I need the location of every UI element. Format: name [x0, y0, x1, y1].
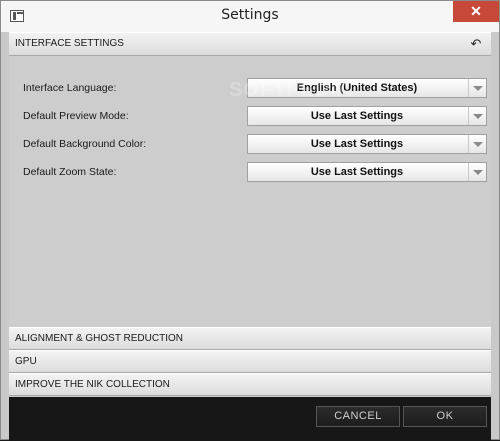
- select-value: Use Last Settings: [310, 166, 404, 178]
- section-gpu[interactable]: GPU: [9, 350, 491, 373]
- default-preview-mode-select[interactable]: Use Last Settings: [247, 106, 487, 126]
- interface-settings-panel: Interface Language: English (United Stat…: [9, 56, 491, 327]
- dropdown-arrow-zone[interactable]: [468, 107, 486, 125]
- select-value: Use Last Settings: [310, 138, 404, 150]
- section-label: ALIGNMENT & GHOST REDUCTION: [15, 333, 183, 344]
- section-alignment-ghost-reduction[interactable]: ALIGNMENT & GHOST REDUCTION: [9, 327, 491, 350]
- window-title: Settings: [221, 7, 279, 23]
- cancel-button[interactable]: CANCEL: [316, 406, 400, 427]
- section-label: GPU: [15, 356, 37, 367]
- select-value: Use Last Settings: [310, 110, 404, 122]
- default-background-color-select[interactable]: Use Last Settings: [247, 134, 487, 154]
- watermark: SOFTPEDIA: [229, 79, 353, 101]
- dropdown-arrow-zone[interactable]: [468, 135, 486, 153]
- chevron-down-icon: [473, 86, 483, 91]
- title-bar[interactable]: Settings ✕: [1, 1, 499, 32]
- section-interface-settings[interactable]: INTERFACE SETTINGS ↶: [9, 32, 491, 56]
- section-improve-nik-collection[interactable]: IMPROVE THE NIK COLLECTION: [9, 373, 491, 396]
- ok-button[interactable]: OK: [403, 406, 487, 427]
- settings-window: Settings ✕ INTERFACE SETTINGS ↶ Interfac…: [0, 0, 500, 441]
- section-label: IMPROVE THE NIK COLLECTION: [15, 379, 170, 390]
- default-zoom-state-label: Default Zoom State:: [23, 166, 117, 178]
- default-zoom-state-select[interactable]: Use Last Settings: [247, 162, 487, 182]
- close-button[interactable]: ✕: [453, 1, 499, 22]
- dropdown-arrow-zone[interactable]: [468, 163, 486, 181]
- default-background-color-label: Default Background Color:: [23, 138, 147, 150]
- interface-language-label: Interface Language:: [23, 82, 117, 94]
- dialog-footer: CANCEL OK: [9, 397, 491, 441]
- section-label: INTERFACE SETTINGS: [15, 38, 124, 49]
- chevron-down-icon: [473, 142, 483, 147]
- chevron-down-icon: [473, 114, 483, 119]
- dropdown-arrow-zone[interactable]: [468, 79, 486, 97]
- default-preview-mode-label: Default Preview Mode:: [23, 110, 129, 122]
- chevron-down-icon: [473, 170, 483, 175]
- undo-icon[interactable]: ↶: [469, 36, 483, 52]
